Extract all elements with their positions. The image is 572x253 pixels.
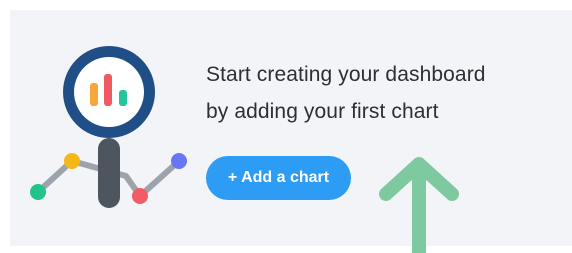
headline-line-2: by adding your first chart <box>206 100 439 123</box>
up-arrow-icon <box>379 157 459 253</box>
bar-orange <box>90 83 98 106</box>
dot-purple <box>171 153 187 169</box>
add-chart-button[interactable]: + Add a chart <box>206 156 351 200</box>
dot-teal <box>30 184 46 200</box>
empty-state-headline: Start creating your dashboard by adding … <box>206 56 556 130</box>
up-arrow-hint <box>376 156 462 253</box>
empty-dashboard-stage: Start creating your dashboard by adding … <box>0 0 572 253</box>
magnifier-handle <box>98 138 120 208</box>
dot-red <box>132 188 148 204</box>
headline-line-1: Start creating your dashboard <box>206 63 486 86</box>
bar-teal <box>119 90 127 106</box>
magnifier-chart-illustration <box>20 38 195 218</box>
magnifier-chart-icon <box>30 46 187 208</box>
bar-red <box>104 74 112 106</box>
dot-yellow <box>64 153 80 169</box>
